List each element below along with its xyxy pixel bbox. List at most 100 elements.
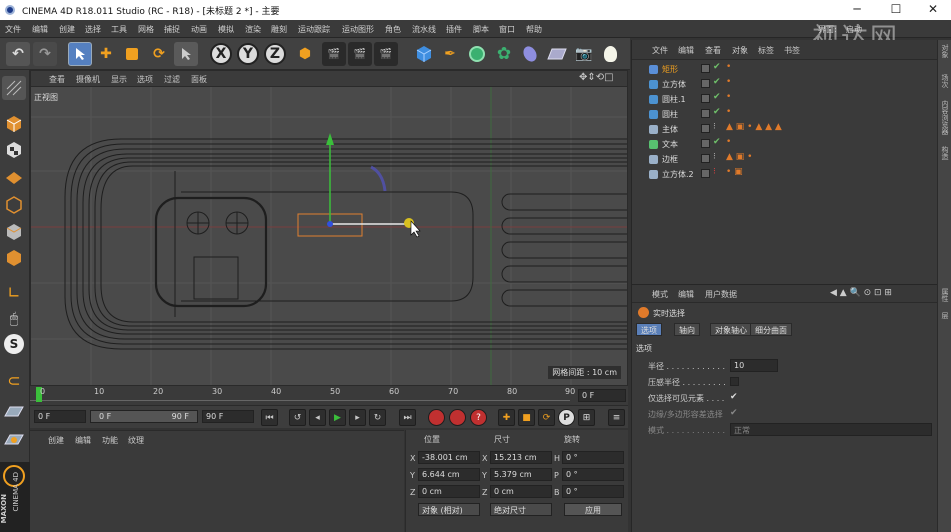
enabled-check-icon[interactable]: ✔	[713, 62, 721, 72]
prev-key-icon[interactable]: ↺	[289, 409, 306, 426]
menu-animate[interactable]: 动画	[191, 24, 207, 35]
object-row-body[interactable]: 主体 ⁝ ▲ ▣ • ▲ ▲ ▲	[638, 122, 938, 136]
obj-menu-view[interactable]: 查看	[705, 45, 721, 56]
undo-icon[interactable]: ↶	[6, 42, 30, 66]
size-mode-select[interactable]: 绝对尺寸	[490, 503, 552, 516]
last-tool-icon[interactable]	[174, 42, 198, 66]
enabled-check-icon[interactable]: ⁝	[713, 167, 716, 177]
texture-mode-icon[interactable]	[2, 138, 26, 162]
attr-menu-mode[interactable]: 模式	[652, 289, 668, 300]
record-icon[interactable]	[428, 409, 445, 426]
rot-b-field[interactable]: 0 °	[562, 485, 624, 498]
menu-mograph[interactable]: 运动图形	[342, 24, 374, 35]
auto-key-icon[interactable]	[449, 409, 466, 426]
menu-pipeline[interactable]: 流水线	[412, 24, 436, 35]
object-row-cube-2[interactable]: 立方体.2 ⁝ • ▣	[638, 167, 938, 181]
object-row-cylinder-1[interactable]: 圆柱.1 ✔ •	[638, 92, 938, 106]
menu-edit[interactable]: 编辑	[32, 24, 48, 35]
visibility-toggle[interactable]	[701, 79, 710, 88]
axis-mode-icon[interactable]: ∟	[2, 280, 26, 304]
workplane-lock-icon[interactable]	[2, 400, 26, 424]
current-frame-field[interactable]: 0 F	[578, 389, 626, 402]
close-button[interactable]: ✕	[918, 1, 948, 18]
end-frame-field[interactable]: 90 F	[202, 410, 254, 423]
subdivision-surface-icon[interactable]	[465, 42, 489, 66]
apply-button[interactable]: 应用	[564, 503, 622, 516]
tab-axis[interactable]: 轴向	[674, 323, 700, 336]
timeline-menu-icon[interactable]: ≡	[608, 409, 625, 426]
mat-menu-create[interactable]: 创建	[48, 435, 64, 446]
pos-y-field[interactable]: 6.644 cm	[418, 468, 480, 481]
key-param-icon[interactable]: P	[558, 409, 575, 426]
attr-menu-userdata[interactable]: 用户数据	[705, 289, 737, 300]
menu-mesh[interactable]: 网格	[138, 24, 154, 35]
menu-tools[interactable]: 工具	[111, 24, 127, 35]
vp-menu-panel[interactable]: 面板	[191, 74, 207, 85]
viewport-front[interactable]: 查看 摄像机 显示 选项 过滤 面板 ✥⇕⟲□ 正视图 网格间距: 10 cm	[30, 70, 628, 386]
menu-create[interactable]: 创建	[59, 24, 75, 35]
mograph-cloner-icon[interactable]: ✿	[492, 42, 516, 66]
scale-tool-icon[interactable]	[120, 42, 144, 66]
key-pla-icon[interactable]: ⊞	[578, 409, 595, 426]
menu-file[interactable]: 文件	[5, 24, 21, 35]
coordinate-system-icon[interactable]: ⬢	[293, 42, 317, 66]
pos-x-field[interactable]: -38.001 cm	[418, 451, 480, 464]
vp-nav-icons[interactable]: ✥⇕⟲□	[579, 72, 614, 83]
visibility-toggle[interactable]	[701, 94, 710, 103]
spline-pen-icon[interactable]: ✒	[438, 42, 462, 66]
floor-environment-icon[interactable]	[545, 42, 569, 66]
tab-structure[interactable]: 构造	[940, 146, 950, 160]
play-icon[interactable]: ▶	[329, 409, 346, 426]
rot-h-field[interactable]: 0 °	[562, 451, 624, 464]
tab-object-axis[interactable]: 对象轴心	[710, 323, 752, 336]
y-axis-lock-button[interactable]: Y	[237, 43, 259, 65]
size-z-field[interactable]: 0 cm	[490, 485, 552, 498]
tab-options[interactable]: 选项	[636, 323, 662, 336]
object-row-rectangle[interactable]: 矩形 ✔ •	[638, 62, 938, 76]
snap-icon[interactable]: S	[4, 334, 24, 354]
visibility-toggle[interactable]	[701, 139, 710, 148]
size-x-field[interactable]: 15.213 cm	[490, 451, 552, 464]
menu-sculpt[interactable]: 雕刻	[271, 24, 287, 35]
pressure-radius-checkbox[interactable]	[730, 377, 739, 386]
obj-menu-edit[interactable]: 编辑	[678, 45, 694, 56]
mat-menu-function[interactable]: 功能	[102, 435, 118, 446]
vp-menu-view[interactable]: 查看	[49, 74, 65, 85]
prev-frame-icon[interactable]: ◂	[309, 409, 326, 426]
visibility-toggle[interactable]	[701, 64, 710, 73]
visibility-toggle[interactable]	[701, 169, 710, 178]
object-row-border[interactable]: 边框 ⁝ ▲ ▣ •	[638, 152, 938, 166]
pos-z-field[interactable]: 0 cm	[418, 485, 480, 498]
enabled-check-icon[interactable]: ✔	[713, 137, 721, 147]
workplane-mode-icon[interactable]	[2, 165, 26, 189]
menu-character[interactable]: 角色	[385, 24, 401, 35]
tab-layers[interactable]: 层	[940, 312, 950, 319]
visibility-toggle[interactable]	[701, 124, 710, 133]
object-row-cylinder[interactable]: 圆柱 ✔ •	[638, 107, 938, 121]
vp-menu-display[interactable]: 显示	[111, 74, 127, 85]
x-axis-lock-button[interactable]: X	[210, 43, 232, 65]
menu-plugins[interactable]: 插件	[446, 24, 462, 35]
points-mode-icon[interactable]	[2, 193, 26, 217]
rot-p-field[interactable]: 0 °	[562, 468, 624, 481]
make-editable-icon[interactable]	[2, 76, 26, 100]
goto-end-icon[interactable]: ⏭	[399, 409, 416, 426]
next-key-icon[interactable]: ↻	[369, 409, 386, 426]
magnet-icon[interactable]: ⊂	[2, 368, 26, 392]
tolerance-checkbox[interactable]: ✔	[730, 408, 738, 418]
tab-takes[interactable]: 场次	[940, 74, 950, 88]
enabled-check-icon[interactable]: ✔	[713, 92, 721, 102]
move-tool-icon[interactable]: ✚	[94, 42, 118, 66]
menu-script[interactable]: 脚本	[473, 24, 489, 35]
enabled-check-icon[interactable]: ✔	[713, 77, 721, 87]
camera-icon[interactable]: 📷	[572, 42, 596, 66]
vp-menu-options[interactable]: 选项	[137, 74, 153, 85]
enabled-check-icon[interactable]: ✔	[713, 107, 721, 117]
visible-only-checkbox[interactable]: ✔	[730, 392, 738, 402]
enabled-check-icon[interactable]: ⁝	[713, 122, 716, 132]
cube-primitive-icon[interactable]	[412, 42, 436, 66]
live-selection-icon[interactable]	[68, 42, 92, 66]
key-rotation-icon[interactable]: ⟳	[538, 409, 555, 426]
keyframe-selection-icon[interactable]: ?	[470, 409, 487, 426]
enabled-check-icon[interactable]: ⁝	[713, 152, 716, 162]
